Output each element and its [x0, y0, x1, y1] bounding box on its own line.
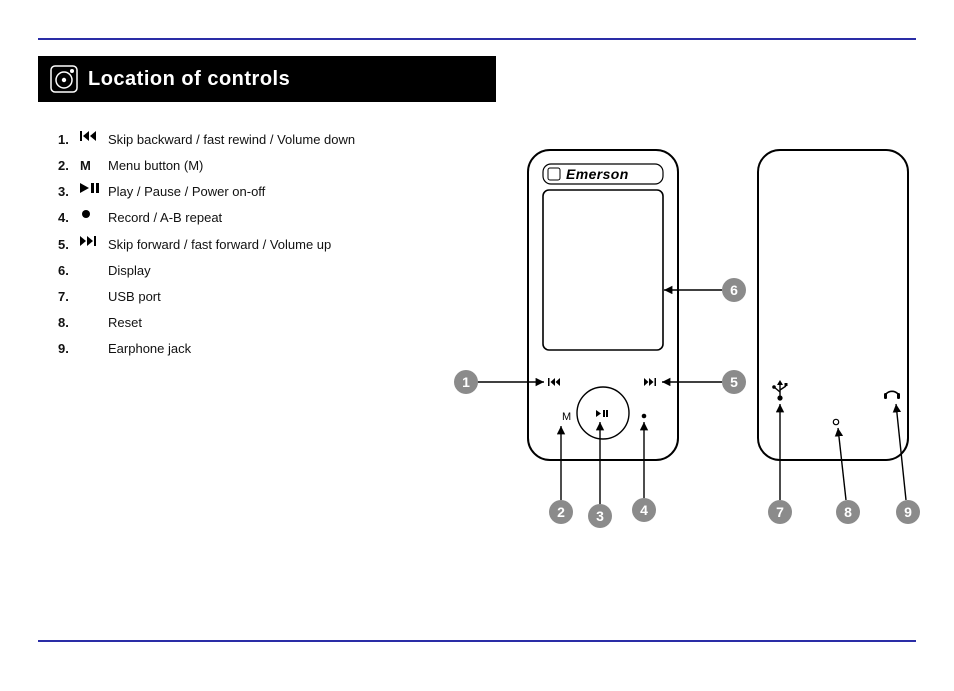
svg-text:3: 3 — [596, 508, 604, 524]
legend-text: Skip forward / fast forward / Volume up — [108, 235, 438, 255]
svg-text:2: 2 — [557, 504, 565, 520]
legend-text: USB port — [108, 287, 438, 307]
legend-text: Earphone jack — [108, 339, 438, 359]
prev-icon — [80, 130, 108, 142]
svg-text:4: 4 — [640, 502, 648, 518]
legend-num: 1. — [58, 130, 80, 150]
legend-text: Menu button (M) — [108, 156, 438, 176]
device-front: Emerson — [528, 150, 678, 460]
legend-row: 4. Record / A-B repeat — [58, 208, 438, 228]
next-icon — [80, 235, 108, 247]
svg-text:9: 9 — [904, 504, 912, 520]
legend-text: Record / A-B repeat — [108, 208, 438, 228]
brand-label: Emerson — [566, 166, 629, 182]
controls-legend: 1. Skip backward / fast rewind / Volume … — [58, 130, 438, 365]
legend-num: 6. — [58, 261, 80, 281]
legend-text: Display — [108, 261, 438, 281]
legend-num: 8. — [58, 313, 80, 333]
menu-m-button: M — [562, 411, 571, 423]
legend-row: 9. Earphone jack — [58, 339, 438, 359]
legend-num: 7. — [58, 287, 80, 307]
bottom-rule — [38, 640, 916, 642]
legend-row: 2. M Menu button (M) — [58, 156, 438, 176]
record-dot-button — [642, 414, 647, 419]
svg-text:7: 7 — [776, 504, 784, 520]
svg-text:1: 1 — [462, 374, 470, 390]
legend-num: 5. — [58, 235, 80, 255]
legend-row: 8. Reset — [58, 313, 438, 333]
manual-page: Location of controls 1. Skip backward / … — [0, 0, 954, 691]
menu-m-icon: M — [80, 156, 108, 176]
record-dot-icon — [80, 208, 108, 220]
legend-num: 9. — [58, 339, 80, 359]
legend-text: Reset — [108, 313, 438, 333]
svg-text:6: 6 — [730, 282, 738, 298]
legend-text: Skip backward / fast rewind / Volume dow… — [108, 130, 438, 150]
display-area — [543, 190, 663, 350]
legend-row: 5. Skip forward / fast forward / Volume … — [58, 235, 438, 255]
top-rule — [38, 38, 916, 40]
section-title: Location of controls — [88, 68, 290, 91]
legend-row: 1. Skip backward / fast rewind / Volume … — [58, 130, 438, 150]
legend-text: Play / Pause / Power on-off — [108, 182, 438, 202]
section-icon — [50, 65, 78, 93]
legend-row: 3. Play / Pause / Power on-off — [58, 182, 438, 202]
legend-num: 4. — [58, 208, 80, 228]
svg-text:5: 5 — [730, 374, 738, 390]
legend-num: 2. — [58, 156, 80, 176]
legend-row: 7. USB port — [58, 287, 438, 307]
svg-text:8: 8 — [844, 504, 852, 520]
play-pause-icon — [80, 182, 108, 194]
device-diagram: Emerson — [448, 120, 928, 620]
section-header: Location of controls — [38, 56, 496, 102]
legend-row: 6. Display — [58, 261, 438, 281]
legend-num: 3. — [58, 182, 80, 202]
